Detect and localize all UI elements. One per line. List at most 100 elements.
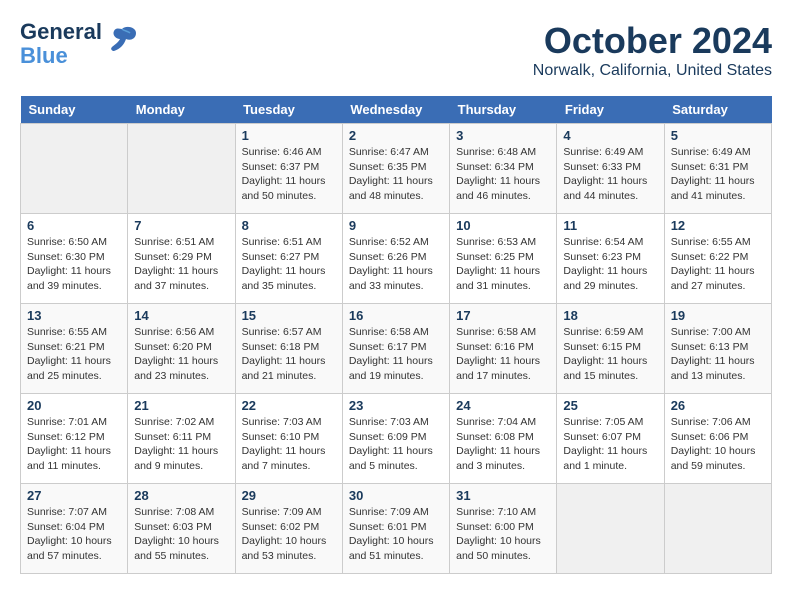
day-info: Sunrise: 6:46 AMSunset: 6:37 PMDaylight:… [242,145,336,204]
weekday-header-friday: Friday [557,96,664,124]
weekday-header-monday: Monday [128,96,235,124]
day-cell: 21Sunrise: 7:02 AMSunset: 6:11 PMDayligh… [128,394,235,484]
day-info: Sunrise: 7:00 AMSunset: 6:13 PMDaylight:… [671,325,765,384]
day-info: Sunrise: 6:49 AMSunset: 6:31 PMDaylight:… [671,145,765,204]
day-cell: 14 Sunrise: 6:56 AMSunset: 6:20 PMDayligh… [128,304,235,394]
day-info: Sunrise: 7:03 AMSunset: 6:10 PMDaylight:… [242,415,336,474]
day-info: Sunrise: 7:09 AMSunset: 6:02 PMDaylight:… [242,505,336,564]
day-info: Sunrise: 7:10 AMSunset: 6:00 PMDaylight:… [456,505,550,564]
day-info: Sunrise: 7:03 AMSunset: 6:09 PMDaylight:… [349,415,443,474]
day-number: 24 [456,398,550,413]
day-info: Sunrise: 7:01 AMSunset: 6:12 PMDaylight:… [27,415,121,474]
week-row-3: 13 Sunrise: 6:55 AMSunset: 6:21 PMDayligh… [21,304,772,394]
day-info: Sunrise: 6:50 AMSunset: 6:30 PMDaylight:… [27,235,121,294]
day-number: 28 [134,488,228,503]
day-info: Sunrise: 6:51 AMSunset: 6:29 PMDaylight:… [134,235,228,294]
day-cell: 22 Sunrise: 7:03 AMSunset: 6:10 PMDayligh… [235,394,342,484]
day-number: 26 [671,398,765,413]
day-info: Sunrise: 6:47 AMSunset: 6:35 PMDaylight:… [349,145,443,204]
day-number: 5 [671,128,765,143]
day-cell: 25 Sunrise: 7:05 AMSunset: 6:07 PMDayligh… [557,394,664,484]
day-cell: 3 Sunrise: 6:48 AMSunset: 6:34 PMDaylight… [450,124,557,214]
day-info: Sunrise: 6:55 AMSunset: 6:21 PMDaylight:… [27,325,121,384]
day-cell: 28 Sunrise: 7:08 AMSunset: 6:03 PMDayligh… [128,484,235,574]
day-cell: 26 Sunrise: 7:06 AMSunset: 6:06 PMDayligh… [664,394,771,484]
day-number: 27 [27,488,121,503]
day-number: 25 [563,398,657,413]
day-cell: 13 Sunrise: 6:55 AMSunset: 6:21 PMDayligh… [21,304,128,394]
day-number: 7 [134,218,228,233]
day-cell: 19Sunrise: 7:00 AMSunset: 6:13 PMDayligh… [664,304,771,394]
day-number: 2 [349,128,443,143]
day-cell: 4 Sunrise: 6:49 AMSunset: 6:33 PMDaylight… [557,124,664,214]
weekday-header-wednesday: Wednesday [342,96,449,124]
day-number: 3 [456,128,550,143]
day-cell: 6 Sunrise: 6:50 AMSunset: 6:30 PMDaylight… [21,214,128,304]
weekday-header-row: SundayMondayTuesdayWednesdayThursdayFrid… [21,96,772,124]
day-info: Sunrise: 6:58 AMSunset: 6:17 PMDaylight:… [349,325,443,384]
day-info: Sunrise: 6:54 AMSunset: 6:23 PMDaylight:… [563,235,657,294]
day-cell [21,124,128,214]
day-cell: 8 Sunrise: 6:51 AMSunset: 6:27 PMDaylight… [235,214,342,304]
day-info: Sunrise: 6:51 AMSunset: 6:27 PMDaylight:… [242,235,336,294]
month-title: October 2024 [533,20,772,62]
day-number: 9 [349,218,443,233]
day-cell: 29 Sunrise: 7:09 AMSunset: 6:02 PMDayligh… [235,484,342,574]
week-row-1: 1Sunrise: 6:46 AMSunset: 6:37 PMDaylight… [21,124,772,214]
day-cell: 17Sunrise: 6:58 AMSunset: 6:16 PMDayligh… [450,304,557,394]
day-number: 6 [27,218,121,233]
day-cell: 30 Sunrise: 7:09 AMSunset: 6:01 PMDayligh… [342,484,449,574]
day-cell: 27 Sunrise: 7:07 AMSunset: 6:04 PMDayligh… [21,484,128,574]
logo-bird-icon [106,25,138,53]
day-number: 4 [563,128,657,143]
day-cell: 2 Sunrise: 6:47 AMSunset: 6:35 PMDaylight… [342,124,449,214]
day-number: 29 [242,488,336,503]
day-number: 22 [242,398,336,413]
day-info: Sunrise: 7:08 AMSunset: 6:03 PMDaylight:… [134,505,228,564]
day-info: Sunrise: 7:02 AMSunset: 6:11 PMDaylight:… [134,415,228,474]
day-info: Sunrise: 7:09 AMSunset: 6:01 PMDaylight:… [349,505,443,564]
day-number: 8 [242,218,336,233]
day-info: Sunrise: 6:52 AMSunset: 6:26 PMDaylight:… [349,235,443,294]
day-info: Sunrise: 6:53 AMSunset: 6:25 PMDaylight:… [456,235,550,294]
day-info: Sunrise: 6:59 AMSunset: 6:15 PMDaylight:… [563,325,657,384]
day-cell: 15 Sunrise: 6:57 AMSunset: 6:18 PMDayligh… [235,304,342,394]
day-cell: 23 Sunrise: 7:03 AMSunset: 6:09 PMDayligh… [342,394,449,484]
day-number: 13 [27,308,121,323]
day-info: Sunrise: 7:04 AMSunset: 6:08 PMDaylight:… [456,415,550,474]
day-number: 20 [27,398,121,413]
day-number: 31 [456,488,550,503]
day-info: Sunrise: 6:57 AMSunset: 6:18 PMDaylight:… [242,325,336,384]
day-info: Sunrise: 7:06 AMSunset: 6:06 PMDaylight:… [671,415,765,474]
weekday-header-saturday: Saturday [664,96,771,124]
day-cell: 16 Sunrise: 6:58 AMSunset: 6:17 PMDayligh… [342,304,449,394]
day-number: 16 [349,308,443,323]
day-cell [128,124,235,214]
day-info: Sunrise: 6:48 AMSunset: 6:34 PMDaylight:… [456,145,550,204]
day-cell: 5 Sunrise: 6:49 AMSunset: 6:31 PMDaylight… [664,124,771,214]
day-cell: 12 Sunrise: 6:55 AMSunset: 6:22 PMDayligh… [664,214,771,304]
location: Norwalk, California, United States [533,62,772,80]
day-cell: 18 Sunrise: 6:59 AMSunset: 6:15 PMDayligh… [557,304,664,394]
weekday-header-sunday: Sunday [21,96,128,124]
calendar-table: SundayMondayTuesdayWednesdayThursdayFrid… [20,96,772,574]
day-info: Sunrise: 6:56 AMSunset: 6:20 PMDaylight:… [134,325,228,384]
day-info: Sunrise: 7:07 AMSunset: 6:04 PMDaylight:… [27,505,121,564]
day-cell: 31 Sunrise: 7:10 AMSunset: 6:00 PMDayligh… [450,484,557,574]
page-header: General Blue October 2024 Norwalk, Calif… [20,20,772,80]
day-number: 14 [134,308,228,323]
day-info: Sunrise: 6:55 AMSunset: 6:22 PMDaylight:… [671,235,765,294]
logo: General Blue [20,20,138,68]
week-row-5: 27 Sunrise: 7:07 AMSunset: 6:04 PMDayligh… [21,484,772,574]
day-cell: 1Sunrise: 6:46 AMSunset: 6:37 PMDaylight… [235,124,342,214]
title-section: October 2024 Norwalk, California, United… [533,20,772,80]
day-number: 18 [563,308,657,323]
day-number: 12 [671,218,765,233]
day-info: Sunrise: 7:05 AMSunset: 6:07 PMDaylight:… [563,415,657,474]
day-number: 30 [349,488,443,503]
day-number: 15 [242,308,336,323]
day-number: 23 [349,398,443,413]
day-info: Sunrise: 6:49 AMSunset: 6:33 PMDaylight:… [563,145,657,204]
weekday-header-tuesday: Tuesday [235,96,342,124]
week-row-4: 20 Sunrise: 7:01 AMSunset: 6:12 PMDayligh… [21,394,772,484]
